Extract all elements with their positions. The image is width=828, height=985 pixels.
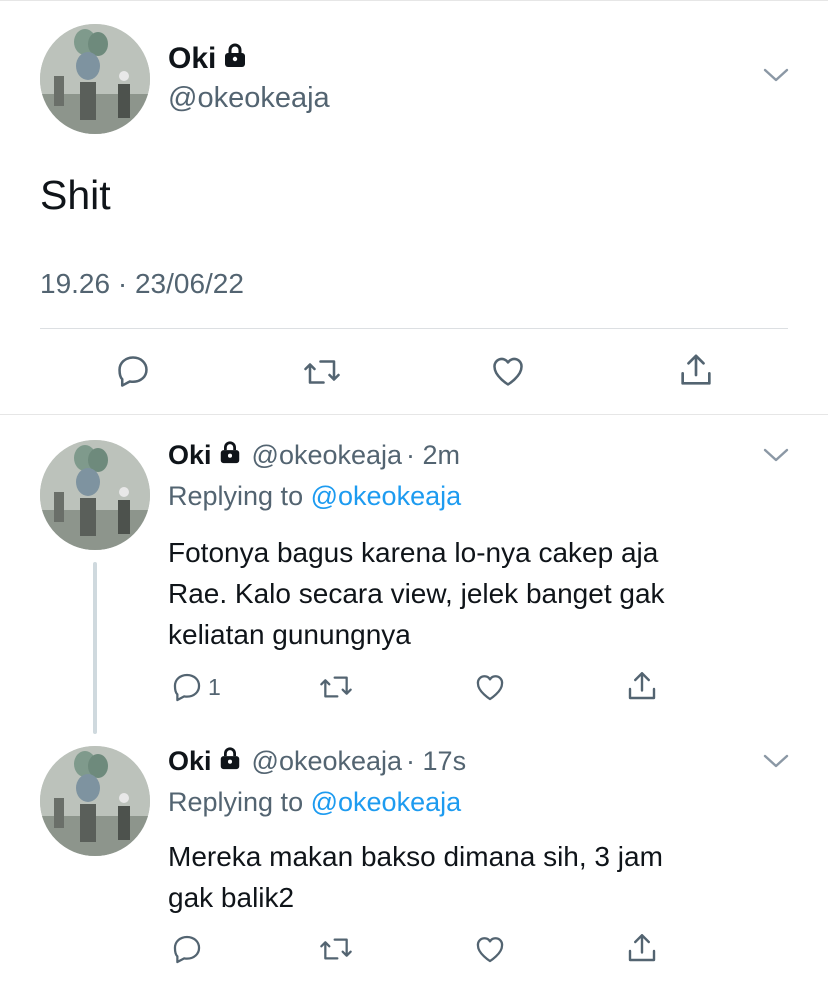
section-separator bbox=[0, 414, 828, 415]
retweet-icon bbox=[320, 938, 352, 960]
author-handle[interactable]: @okeokeaja bbox=[252, 440, 403, 471]
divider bbox=[40, 328, 788, 329]
top-border bbox=[0, 0, 828, 1]
replying-to-link[interactable]: @okeokeaja bbox=[311, 787, 462, 817]
tweet-text: Shit bbox=[40, 172, 111, 218]
author-name[interactable]: Oki bbox=[168, 42, 248, 76]
retweet-button[interactable] bbox=[318, 671, 354, 703]
reply-text-line: keliatan gunungnya bbox=[168, 619, 411, 650]
author-name-text: Oki bbox=[168, 42, 217, 75]
replying-to-label: Replying to bbox=[168, 787, 304, 817]
lock-icon bbox=[222, 42, 248, 76]
like-icon bbox=[476, 675, 504, 701]
author-handle[interactable]: @okeokeaja bbox=[252, 746, 403, 777]
retweet-button[interactable] bbox=[302, 354, 342, 390]
reply-header: Oki @okeokeaja · 17s bbox=[168, 746, 466, 777]
like-icon bbox=[493, 357, 523, 386]
share-icon bbox=[681, 354, 711, 385]
author-name-text: Oki bbox=[168, 440, 212, 470]
retweet-icon bbox=[320, 676, 352, 698]
reply-text-line: Rae. Kalo secara view, jelek banget gak bbox=[168, 578, 665, 609]
chevron-down-icon[interactable] bbox=[762, 752, 790, 775]
avatar-image bbox=[40, 24, 150, 134]
reply-button[interactable] bbox=[170, 932, 208, 966]
share-button[interactable] bbox=[624, 930, 660, 966]
author-name[interactable]: Oki bbox=[168, 746, 242, 777]
reply-text-line: Mereka makan bakso dimana sih, 3 jam bbox=[168, 841, 663, 872]
chevron-down-icon[interactable] bbox=[762, 66, 790, 89]
avatar-image bbox=[40, 440, 150, 550]
author-handle[interactable]: @okeokeaja bbox=[168, 82, 330, 115]
reply-count: 1 bbox=[208, 673, 221, 700]
thread-line bbox=[93, 562, 97, 734]
chevron-down-icon[interactable] bbox=[762, 446, 790, 469]
reply-button[interactable]: 1 bbox=[170, 670, 221, 704]
reply-text-line: Fotonya bagus karena lo-nya cakep aja bbox=[168, 537, 659, 568]
like-button[interactable] bbox=[472, 670, 508, 704]
tweet-timestamp[interactable]: 19.26 · 23/06/22 bbox=[40, 268, 244, 300]
share-button[interactable] bbox=[676, 350, 716, 390]
reply-text: Fotonya bagus karena lo-nya cakep aja Ra… bbox=[168, 532, 665, 655]
replying-to-label: Replying to bbox=[168, 481, 304, 511]
avatar[interactable] bbox=[40, 24, 150, 134]
replying-to: Replying to @okeokeaja bbox=[168, 787, 461, 818]
reply-text: Mereka makan bakso dimana sih, 3 jam gak… bbox=[168, 836, 663, 918]
reply-icon bbox=[173, 935, 201, 964]
like-icon bbox=[476, 937, 504, 963]
lock-icon bbox=[218, 746, 242, 777]
avatar[interactable] bbox=[40, 746, 150, 856]
reply-text-line: gak balik2 bbox=[168, 882, 295, 913]
retweet-button[interactable] bbox=[318, 933, 354, 965]
reply-icon bbox=[173, 673, 201, 702]
author-name-text: Oki bbox=[168, 746, 212, 776]
avatar[interactable] bbox=[40, 440, 150, 550]
share-button[interactable] bbox=[624, 668, 660, 704]
author-name[interactable]: Oki bbox=[168, 440, 242, 471]
retweet-icon bbox=[304, 360, 340, 384]
replying-to-link[interactable]: @okeokeaja bbox=[311, 481, 462, 511]
replying-to: Replying to @okeokeaja bbox=[168, 481, 461, 512]
share-icon bbox=[628, 672, 656, 700]
like-button[interactable] bbox=[472, 932, 508, 966]
avatar-image bbox=[40, 746, 150, 856]
tweet-time[interactable]: · 2m bbox=[406, 440, 460, 471]
reply-icon bbox=[118, 356, 148, 387]
tweet-time[interactable]: · 17s bbox=[406, 746, 466, 777]
like-button[interactable] bbox=[488, 352, 528, 390]
lock-icon bbox=[218, 440, 242, 471]
share-icon bbox=[628, 934, 656, 962]
reply-header: Oki @okeokeaja · 2m bbox=[168, 440, 460, 471]
reply-button[interactable] bbox=[114, 352, 152, 390]
